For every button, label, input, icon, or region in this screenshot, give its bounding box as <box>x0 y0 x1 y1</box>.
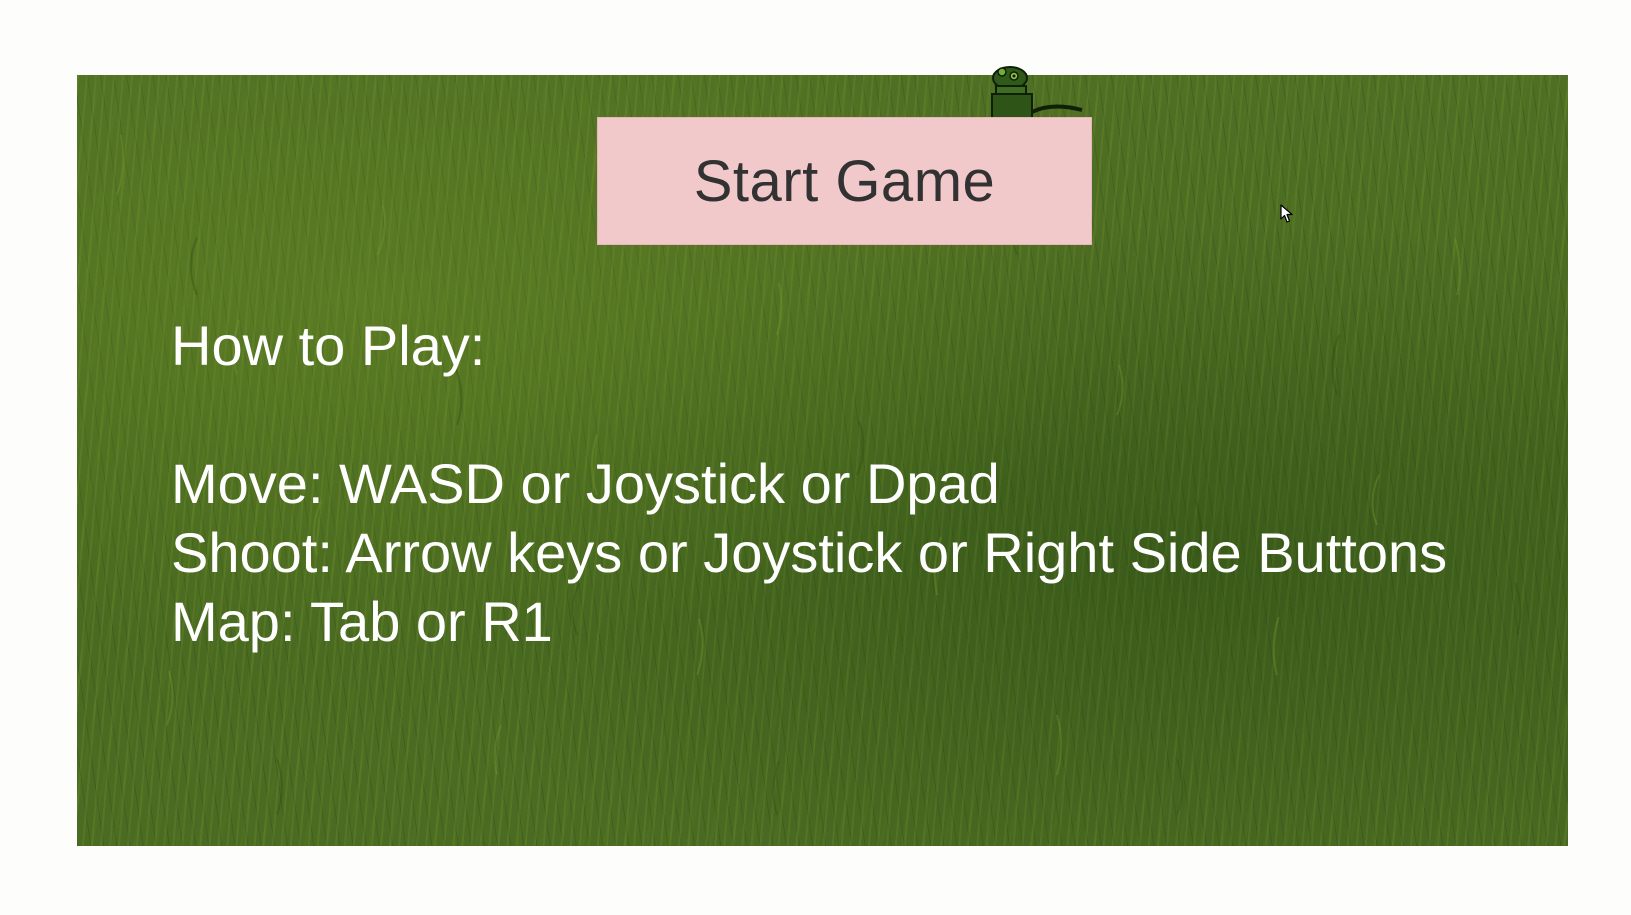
start-game-button[interactable]: Start Game <box>597 117 1092 245</box>
how-to-play-heading: How to Play: <box>171 314 486 377</box>
how-to-play-panel: How to Play: Move: WASD or Joystick or D… <box>171 311 1447 656</box>
player-sprite-icon <box>991 66 1083 118</box>
instructions-spacer <box>171 380 1447 449</box>
start-game-label: Start Game <box>693 148 996 214</box>
move-instruction: Move: WASD or Joystick or Dpad <box>171 452 1000 515</box>
map-instruction: Map: Tab or R1 <box>171 590 553 653</box>
shoot-instruction: Shoot: Arrow keys or Joystick or Right S… <box>171 521 1448 584</box>
mouse-cursor-icon <box>1280 204 1293 223</box>
page: How to Play: Move: WASD or Joystick or D… <box>0 0 1631 915</box>
